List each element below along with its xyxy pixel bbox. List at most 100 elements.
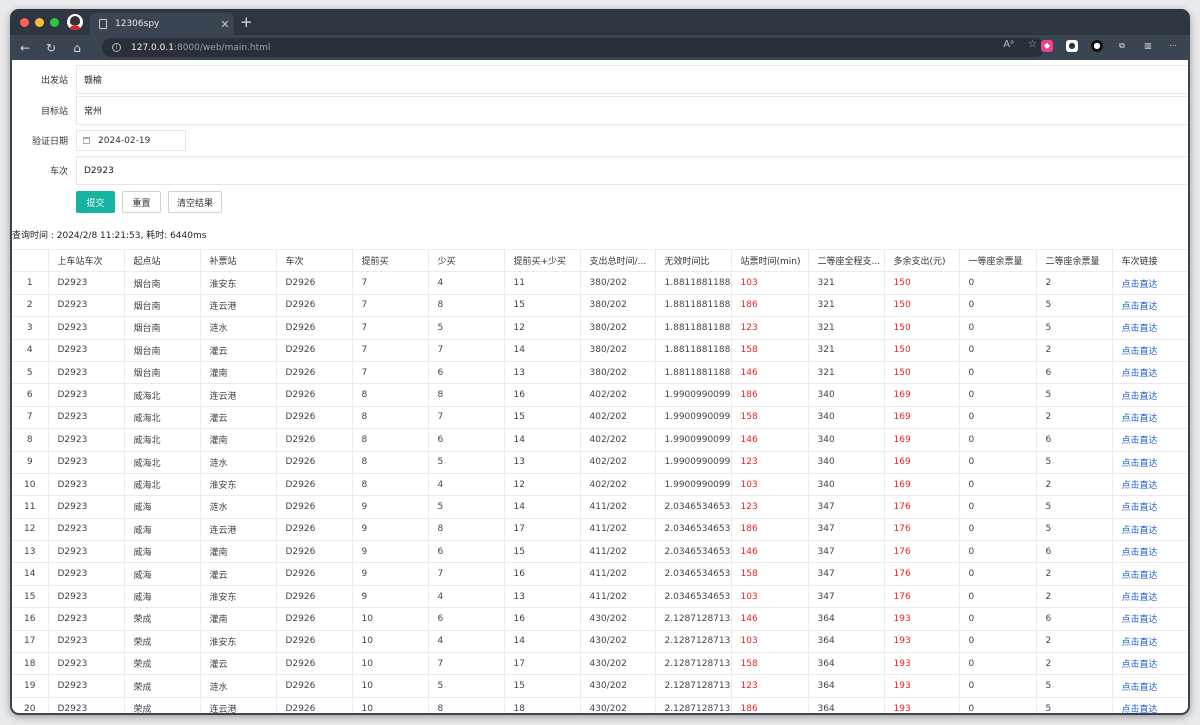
table-cell: 10 <box>352 674 429 698</box>
train-link[interactable]: 点击直达 <box>1112 473 1188 497</box>
table-cell: 364 <box>808 607 885 631</box>
table-cell: 4 <box>12 339 49 362</box>
extension-circle-icon[interactable]: ● <box>1091 40 1103 52</box>
date-input[interactable]: 2024-02-19 <box>76 130 186 151</box>
table-cell: D2923 <box>48 607 125 631</box>
table-cell: 169 <box>884 451 960 474</box>
column-header: 二等座全程支... <box>808 248 885 273</box>
table-cell: 193 <box>884 607 960 631</box>
read-aloud-icon[interactable]: Aᵃ <box>1003 39 1014 50</box>
train-link[interactable]: 点击直达 <box>1112 361 1188 385</box>
table-cell: 威海北 <box>124 451 201 474</box>
from-station-row: 出发站 赣榆 <box>12 65 1188 94</box>
extension-icon[interactable]: ◆ <box>1041 40 1053 52</box>
clear-results-button[interactable]: 清空结果 <box>168 191 222 213</box>
table-row: 13 D2923 威海 灌南 D2926 9 6 15 411/202 2.0346534653 1… <box>12 540 1188 564</box>
home-icon[interactable]: ⌂ <box>68 39 86 57</box>
train-link[interactable]: 点击直达 <box>1112 607 1188 631</box>
table-cell: 402/202 <box>580 451 656 474</box>
train-link[interactable]: 点击直达 <box>1112 495 1188 519</box>
url-path: :8000/web/main.html <box>173 42 271 53</box>
train-link[interactable]: 点击直达 <box>1112 316 1188 340</box>
table-cell: 6 <box>1036 361 1113 385</box>
table-cell: D2926 <box>276 361 353 385</box>
column-header: 上车站车次 <box>48 248 125 273</box>
train-link[interactable]: 点击直达 <box>1112 339 1188 362</box>
table-cell: 7 <box>428 339 505 362</box>
train-link[interactable]: 点击直达 <box>1112 630 1188 654</box>
table-cell: 5 <box>428 316 505 340</box>
from-station-input[interactable]: 赣榆 <box>76 65 1188 94</box>
table-cell: 灌云 <box>200 406 277 430</box>
train-link[interactable]: 点击直达 <box>1112 585 1188 609</box>
close-window-button[interactable] <box>20 18 29 27</box>
table-cell: 193 <box>884 674 960 698</box>
extension-avatar-icon[interactable]: ● <box>1066 40 1078 52</box>
reload-icon[interactable]: ↻ <box>42 39 60 57</box>
table-cell: 2.0346534653 <box>655 518 732 542</box>
table-cell: 8 <box>428 294 505 318</box>
table-cell: D2923 <box>48 451 125 474</box>
train-link[interactable]: 点击直达 <box>1112 271 1188 295</box>
table-cell: 8 <box>352 473 429 497</box>
table-cell: 1.9900990099 <box>655 428 732 452</box>
table-cell: 146 <box>731 540 809 564</box>
table-cell: 17 <box>12 630 49 654</box>
back-icon[interactable]: ← <box>16 39 34 57</box>
train-link[interactable]: 点击直达 <box>1112 451 1188 474</box>
table-cell: 176 <box>884 585 960 609</box>
table-cell: 5 <box>1036 674 1113 698</box>
train-link[interactable]: 点击直达 <box>1112 562 1188 586</box>
table-cell: 7 <box>428 562 505 586</box>
table-cell: 6 <box>428 428 505 452</box>
table-row: 7 D2923 威海北 灌云 D2926 8 7 15 402/202 1.9900990099 1… <box>12 406 1188 430</box>
submit-button[interactable]: 提交 <box>76 191 115 213</box>
profile-avatar[interactable] <box>67 14 83 30</box>
table-cell: 158 <box>731 406 809 430</box>
table-cell: 7 <box>352 294 429 318</box>
table-cell: 1 <box>12 271 49 295</box>
column-header: 补票站 <box>200 248 277 273</box>
split-screen-icon[interactable]: ▥ <box>1142 40 1154 52</box>
table-cell: 1.9900990099 <box>655 406 732 430</box>
train-link[interactable]: 点击直达 <box>1112 697 1188 713</box>
train-link[interactable]: 点击直达 <box>1112 406 1188 430</box>
more-menu-icon[interactable]: ⋯ <box>1167 40 1179 52</box>
minimize-window-button[interactable] <box>35 18 44 27</box>
table-cell: 150 <box>884 294 960 318</box>
table-cell: 15 <box>504 540 581 564</box>
table-cell: 13 <box>504 361 581 385</box>
favorite-star-icon[interactable]: ☆ <box>1028 39 1037 50</box>
train-link[interactable]: 点击直达 <box>1112 652 1188 676</box>
table-cell: 5 <box>1036 495 1113 519</box>
table-cell: 威海 <box>124 562 201 586</box>
table-cell: 347 <box>808 540 885 564</box>
train-link[interactable]: 点击直达 <box>1112 428 1188 452</box>
train-link[interactable]: 点击直达 <box>1112 294 1188 318</box>
new-tab-button[interactable]: + <box>240 13 253 31</box>
column-header: 无效时间比 <box>655 248 732 273</box>
to-station-input[interactable]: 常州 <box>76 96 1188 125</box>
column-header: 一等座余票量 <box>959 248 1037 273</box>
table-cell: 2.0346534653 <box>655 495 732 519</box>
train-link[interactable]: 点击直达 <box>1112 518 1188 542</box>
table-cell: 380/202 <box>580 316 656 340</box>
extensions-puzzle-icon[interactable]: ⧉ <box>1116 40 1128 52</box>
browser-tab[interactable]: 12306spy ✕ <box>90 13 234 35</box>
train-link[interactable]: 点击直达 <box>1112 540 1188 564</box>
train-input[interactable]: D2923 <box>76 156 1188 185</box>
address-bar[interactable]: i 127.0.0.1:8000/web/main.html Aᵃ ☆ <box>102 38 1045 57</box>
table-cell: 103 <box>731 271 809 295</box>
maximize-window-button[interactable] <box>50 18 59 27</box>
table-cell: 威海 <box>124 518 201 542</box>
info-icon[interactable]: i <box>112 43 121 52</box>
window-controls <box>20 18 59 27</box>
train-link[interactable]: 点击直达 <box>1112 674 1188 698</box>
table-cell: 0 <box>959 495 1037 519</box>
close-tab-icon[interactable]: ✕ <box>216 18 234 31</box>
train-link[interactable]: 点击直达 <box>1112 383 1188 407</box>
table-cell: 9 <box>352 495 429 519</box>
table-cell: D2926 <box>276 674 353 698</box>
table-cell: 5 <box>1036 316 1113 340</box>
reset-button[interactable]: 重置 <box>122 191 161 213</box>
